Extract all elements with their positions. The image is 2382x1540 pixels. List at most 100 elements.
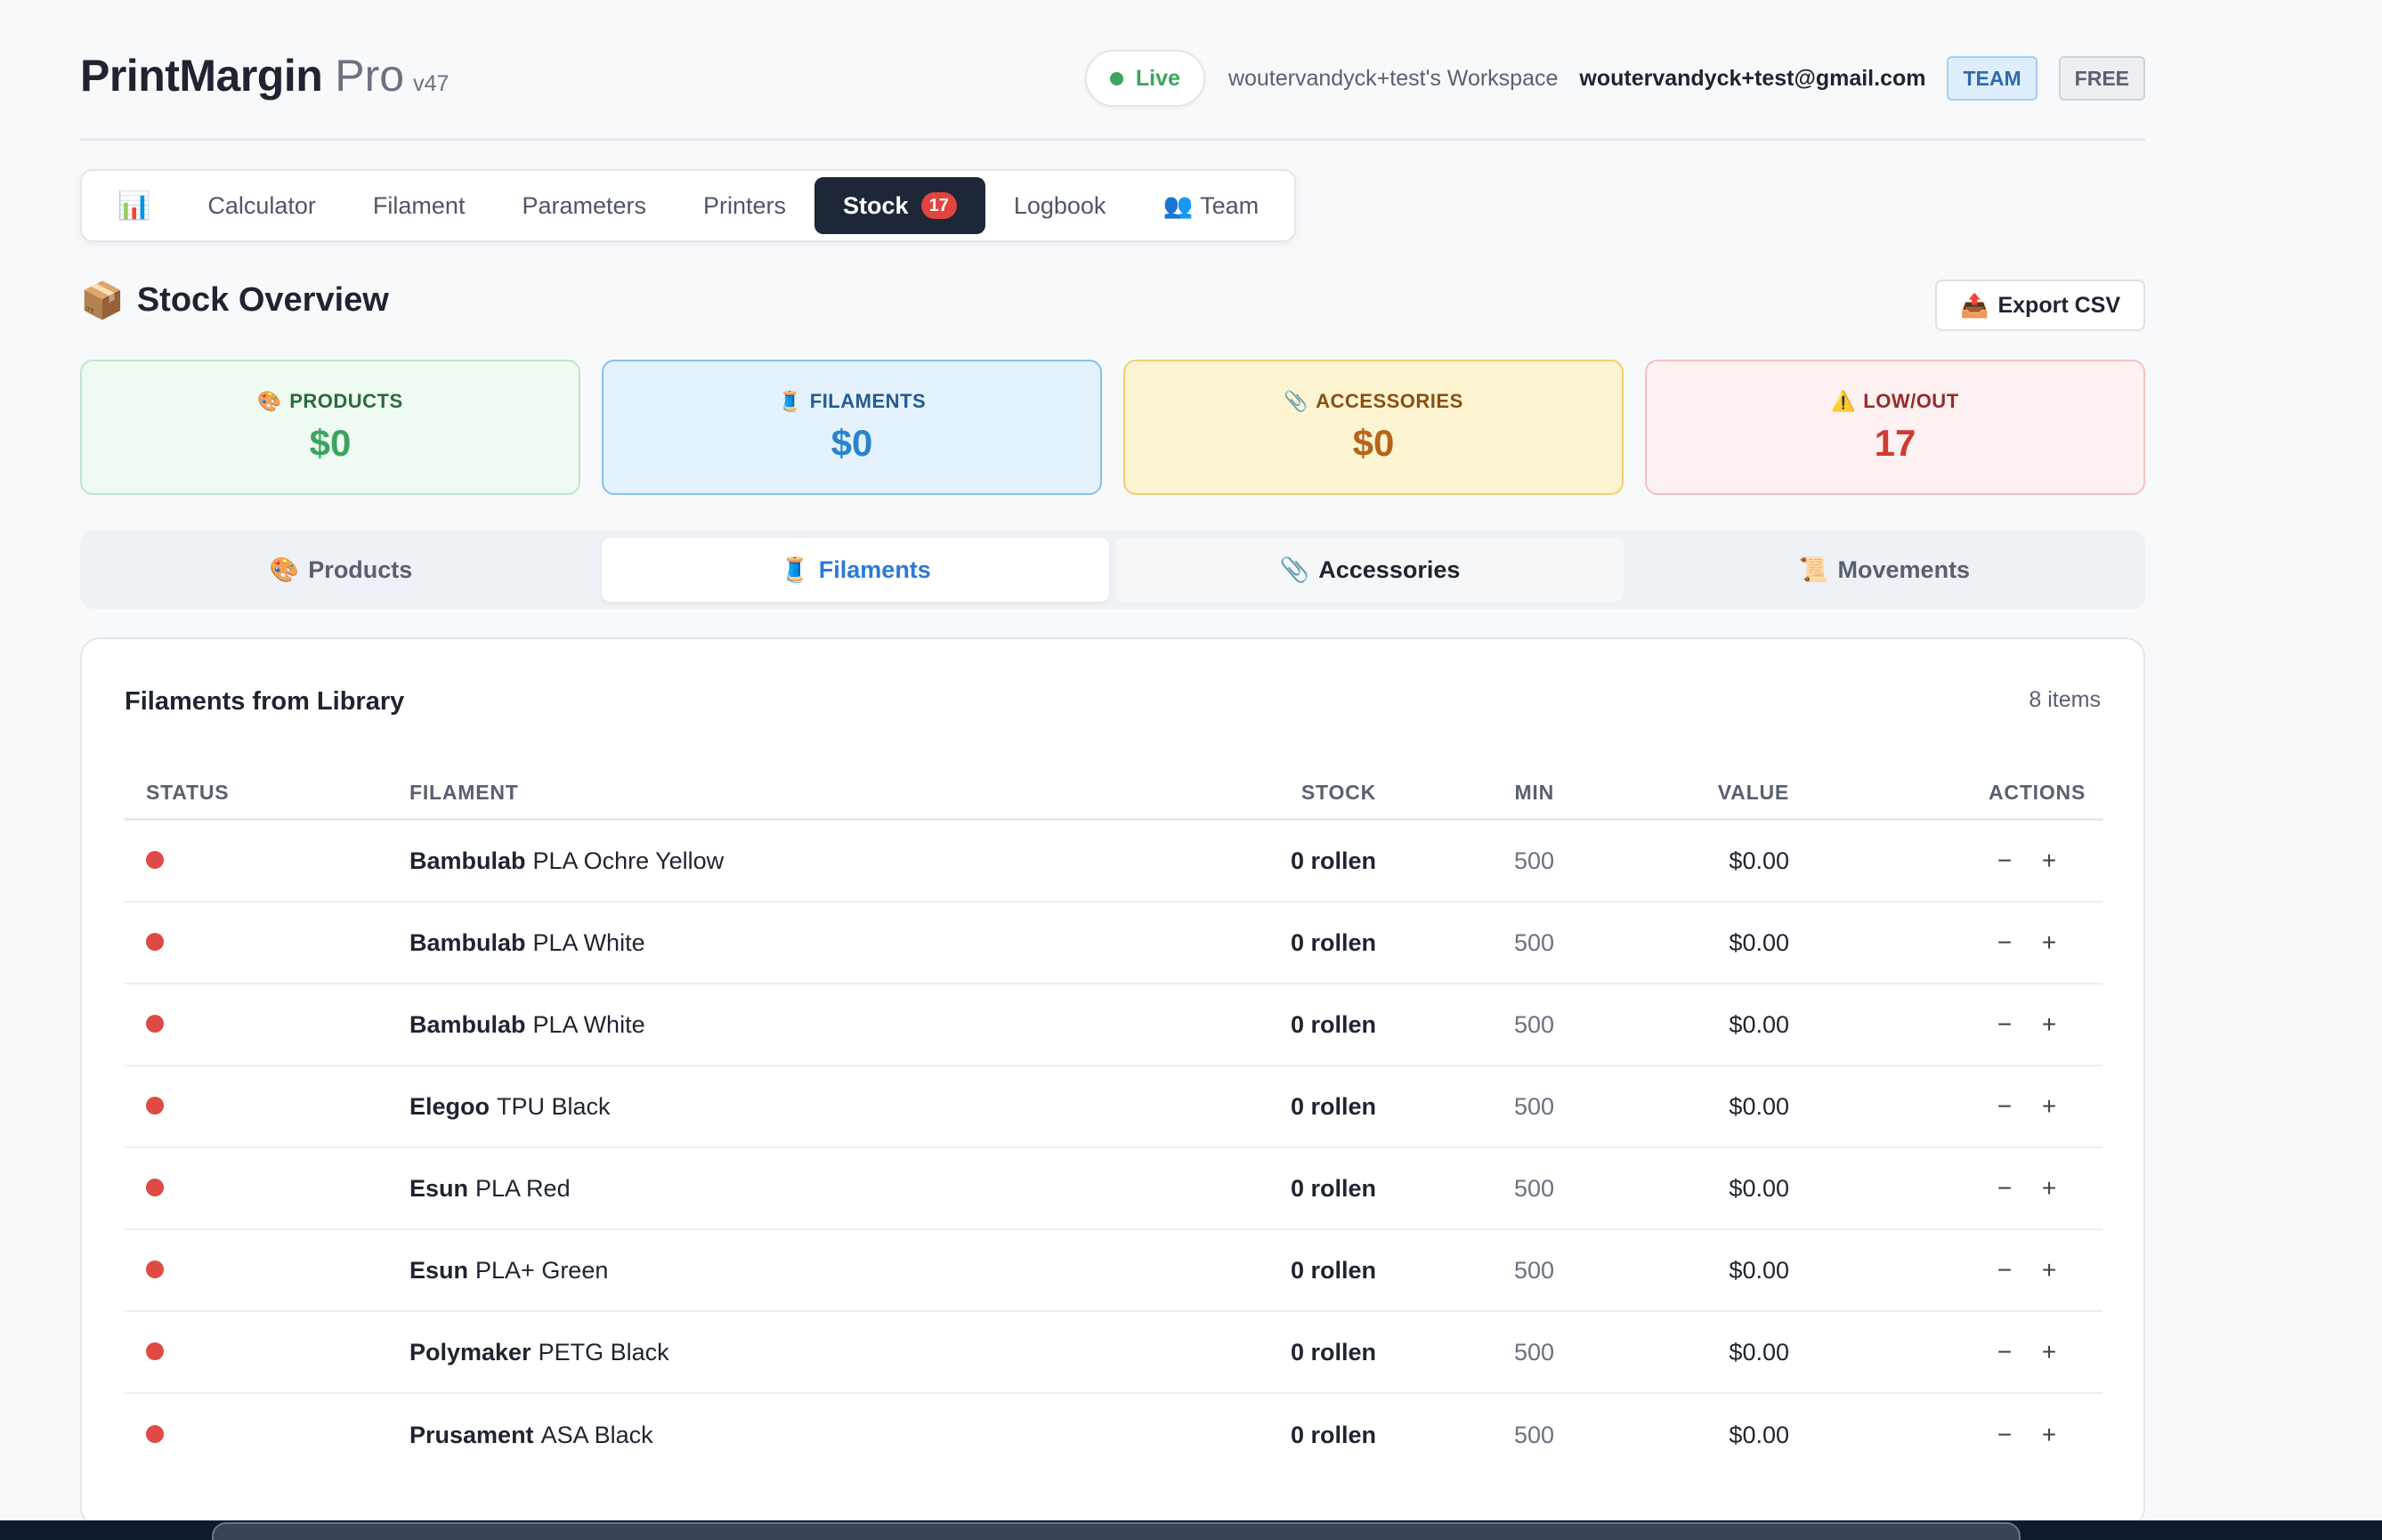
- live-status-label: Live: [1135, 65, 1180, 91]
- stock-subtabs: 🎨 Products 🧵 Filaments 📎 Accessories 📜 M…: [80, 531, 2145, 609]
- nav-team[interactable]: 👥 Team: [1134, 177, 1287, 234]
- min-value: 500: [1513, 847, 1554, 874]
- nav-printers[interactable]: Printers: [675, 177, 814, 234]
- stock-cell: 0 rollen: [1291, 903, 1376, 983]
- header-value[interactable]: VALUE: [1718, 764, 1789, 821]
- value-amount: $0.00: [1729, 1174, 1789, 1202]
- stat-label: 🎨 PRODUCTS: [257, 390, 402, 413]
- stat-value: 17: [1874, 422, 1916, 464]
- card-title: Filaments from Library: [125, 687, 405, 716]
- decrease-button[interactable]: −: [1989, 847, 2021, 875]
- value-amount: $0.00: [1729, 847, 1789, 874]
- filament-name: PLA+ Green: [475, 1256, 609, 1284]
- value-amount: $0.00: [1729, 1092, 1789, 1120]
- nav-parameters[interactable]: Parameters: [493, 177, 675, 234]
- header-stock[interactable]: STOCK: [1301, 764, 1376, 821]
- decrease-button[interactable]: −: [1989, 1421, 2021, 1449]
- increase-button[interactable]: +: [2033, 1256, 2065, 1285]
- nav-label: Calculator: [207, 191, 316, 219]
- nav-label: Team: [1200, 191, 1260, 219]
- increase-button[interactable]: +: [2033, 1174, 2065, 1203]
- min-cell: 500: [1514, 1312, 1554, 1392]
- stat-label-text: PRODUCTS: [289, 390, 403, 412]
- min-cell: 500: [1514, 1394, 1554, 1476]
- table-row[interactable]: Bambulab PLA White 0 rollen 500 $0.00 − …: [125, 903, 2102, 985]
- user-email: woutervandyck+test@gmail.com: [1579, 65, 1926, 91]
- stock-value: 0 rollen: [1290, 1092, 1376, 1120]
- brand: PrintMargin Pro v47: [80, 50, 449, 101]
- tab-products[interactable]: 🎨 Products: [87, 538, 595, 602]
- tab-filaments[interactable]: 🧵 Filaments: [602, 538, 1109, 602]
- min-value: 500: [1513, 1256, 1554, 1284]
- increase-button[interactable]: +: [2033, 928, 2065, 957]
- decrease-button[interactable]: −: [1989, 1256, 2021, 1285]
- nav-stock[interactable]: Stock 17: [814, 177, 985, 234]
- min-value: 500: [1513, 1174, 1554, 1202]
- min-cell: 500: [1514, 821, 1554, 901]
- table-header: STATUS FILAMENT STOCK MIN VALUE ACTIONS: [125, 764, 2102, 821]
- team-badge: TEAM: [1947, 56, 2038, 101]
- actions-cell: − +: [1989, 1148, 2065, 1228]
- decrease-button[interactable]: −: [1989, 928, 2021, 957]
- export-icon: 📤: [1960, 291, 1989, 319]
- min-cell: 500: [1514, 985, 1554, 1065]
- stat-cards: 🎨 PRODUCTS $0 🧵 FILAMENTS $0 📎 ACCESSORI…: [80, 360, 2145, 495]
- nav-filament[interactable]: Filament: [344, 177, 494, 234]
- table-row[interactable]: Esun PLA+ Green 0 rollen 500 $0.00 − +: [125, 1230, 2102, 1312]
- stock-cell: 0 rollen: [1291, 1394, 1376, 1476]
- filament-name: ASA Black: [540, 1421, 653, 1448]
- decrease-button[interactable]: −: [1989, 1338, 2021, 1366]
- status-dot-icon: [146, 1179, 164, 1196]
- app-header: PrintMargin Pro v47 Live woutervandyck+t…: [80, 0, 2145, 141]
- stock-value: 0 rollen: [1290, 847, 1376, 874]
- status-cell: [146, 985, 164, 1065]
- header-filament[interactable]: FILAMENT: [409, 764, 519, 821]
- increase-button[interactable]: +: [2033, 1338, 2065, 1366]
- table-row[interactable]: Bambulab PLA White 0 rollen 500 $0.00 − …: [125, 985, 2102, 1066]
- decrease-button[interactable]: −: [1989, 1174, 2021, 1203]
- decrease-button[interactable]: −: [1989, 1092, 2021, 1121]
- stock-cell: 0 rollen: [1291, 1312, 1376, 1392]
- live-dot-icon: [1109, 71, 1123, 85]
- table-row[interactable]: Bambulab PLA Ochre Yellow 0 rollen 500 $…: [125, 821, 2102, 903]
- filament-brand: Elegoo: [409, 1092, 490, 1120]
- actions-cell: − +: [1989, 985, 2065, 1065]
- header-min[interactable]: MIN: [1514, 764, 1554, 821]
- table-row[interactable]: Prusament ASA Black 0 rollen 500 $0.00 −…: [125, 1394, 2102, 1476]
- actions-cell: − +: [1989, 903, 2065, 983]
- value-cell: $0.00: [1729, 903, 1789, 983]
- live-status-pill[interactable]: Live: [1084, 50, 1205, 107]
- stat-label-text: LOW/OUT: [1863, 390, 1959, 412]
- header-right: Live woutervandyck+test's Workspace wout…: [1084, 50, 2145, 107]
- actions-cell: − +: [1989, 1066, 2065, 1147]
- min-value: 500: [1513, 928, 1554, 956]
- tab-accessories[interactable]: 📎 Accessories: [1116, 538, 1624, 602]
- status-cell: [146, 1066, 164, 1147]
- table-row[interactable]: Polymaker PETG Black 0 rollen 500 $0.00 …: [125, 1312, 2102, 1394]
- table-body: Bambulab PLA Ochre Yellow 0 rollen 500 $…: [125, 821, 2102, 1476]
- min-value: 500: [1513, 1338, 1554, 1366]
- stock-value: 0 rollen: [1290, 1421, 1376, 1448]
- increase-button[interactable]: +: [2033, 1092, 2065, 1121]
- filament-brand: Bambulab: [409, 847, 526, 874]
- stat-value: $0: [830, 422, 873, 464]
- actions-cell: − +: [1989, 1394, 2065, 1476]
- increase-button[interactable]: +: [2033, 847, 2065, 875]
- tab-movements[interactable]: 📜 Movements: [1631, 538, 2138, 602]
- value-cell: $0.00: [1729, 1230, 1789, 1310]
- nav-calculator[interactable]: Calculator: [179, 177, 344, 234]
- nav-dashboard[interactable]: 📊: [89, 177, 179, 234]
- filament-name: PLA Red: [475, 1174, 571, 1202]
- export-csv-button[interactable]: 📤 Export CSV: [1935, 280, 2145, 331]
- min-value: 500: [1513, 1092, 1554, 1120]
- stock-cell: 0 rollen: [1291, 985, 1376, 1065]
- table-row[interactable]: Elegoo TPU Black 0 rollen 500 $0.00 − +: [125, 1066, 2102, 1148]
- plan-badge: FREE: [2058, 56, 2145, 101]
- nav-logbook[interactable]: Logbook: [985, 177, 1135, 234]
- decrease-button[interactable]: −: [1989, 1010, 2021, 1039]
- status-cell: [146, 1230, 164, 1310]
- increase-button[interactable]: +: [2033, 1010, 2065, 1039]
- header-status[interactable]: STATUS: [146, 764, 229, 821]
- increase-button[interactable]: +: [2033, 1421, 2065, 1449]
- table-row[interactable]: Esun PLA Red 0 rollen 500 $0.00 − +: [125, 1148, 2102, 1230]
